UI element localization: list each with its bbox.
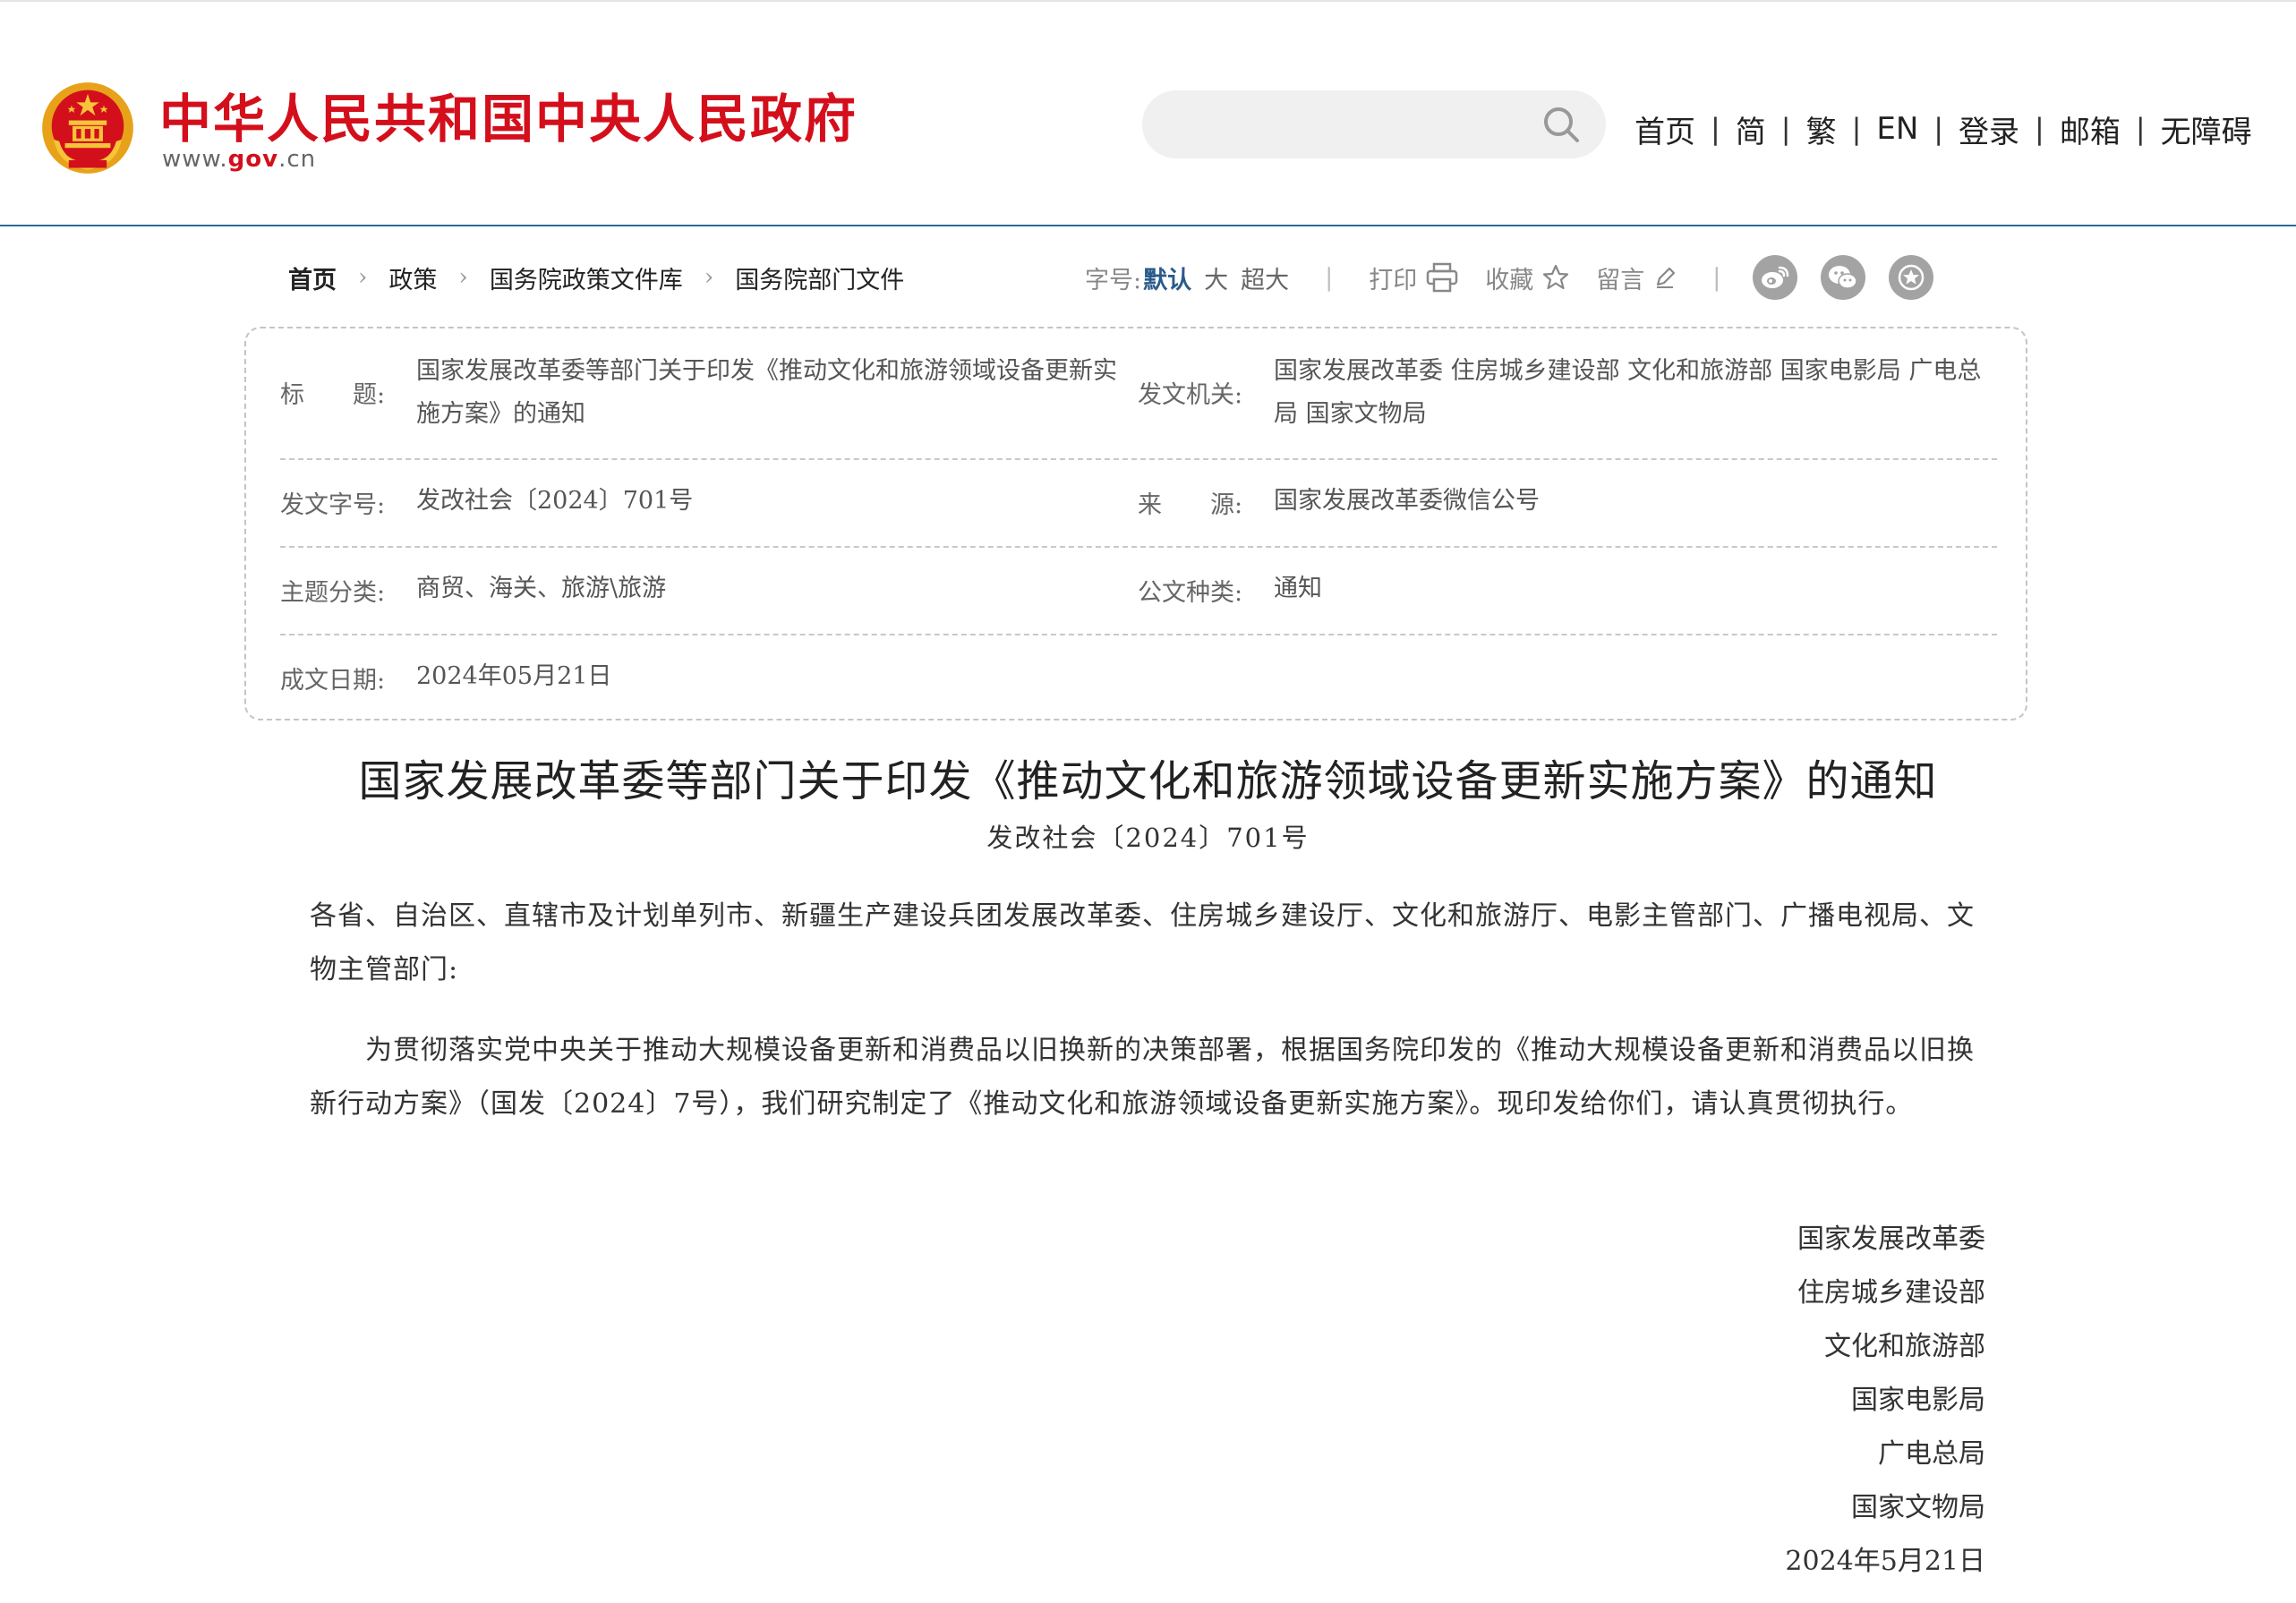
info-topic-value: 商贸、海关、旅游\旅游 [416, 575, 667, 602]
document-info-box: 标 题: 国家发展改革委等部门关于印发《推动文化和旅游领域设备更新实施方案》的通… [244, 327, 2027, 720]
wechat-share-button[interactable] [1821, 255, 1866, 300]
info-title-label: 标 题: [280, 381, 386, 409]
info-source-label: 来 源: [1138, 491, 1243, 519]
nav-separator: | [1851, 112, 1862, 146]
nav-separator: | [1780, 112, 1791, 146]
print-label: 打印 [1369, 266, 1418, 294]
signer-mct: 文化和旅游部 [1824, 1331, 1985, 1362]
info-topic-label: 主题分类: [280, 579, 386, 607]
printer-icon [1426, 262, 1458, 293]
font-size-default[interactable]: 默认 [1143, 260, 1191, 295]
favorite-share-button[interactable] [1889, 255, 1934, 300]
nav-separator: | [1711, 112, 1720, 146]
nav-traditional[interactable]: 繁 [1806, 107, 1837, 151]
info-issuer-label: 发文机关: [1138, 381, 1243, 409]
font-size-xlarge[interactable]: 超大 [1241, 260, 1289, 295]
nav-english[interactable]: EN [1876, 111, 1918, 147]
article-body-paragraph: 为贯彻落实党中央关于推动大规模设备更新和消费品以旧换新的决策部署，根据国务院印发… [310, 1035, 1975, 1120]
chevron-right-icon: › [358, 264, 368, 291]
signer-film-admin: 国家电影局 [1851, 1385, 1985, 1416]
weibo-share-button[interactable] [1753, 255, 1798, 300]
info-source-value: 国家发展改革委微信公号 [1274, 487, 1540, 515]
site-url[interactable]: www.gov.cn [162, 146, 316, 173]
print-button[interactable]: 打印 [1369, 260, 1458, 295]
national-emblem-icon[interactable] [40, 81, 135, 175]
signer-mohurd: 住房城乡建设部 [1797, 1277, 1985, 1309]
info-row-topic: 主题分类: 商贸、海关、旅游\旅游 公文种类: 通知 [280, 546, 1997, 635]
article-signers: 国家发展改革委 住房城乡建设部 文化和旅游部 国家电影局 广电总局 国家文物局 … [1785, 1213, 1985, 1589]
font-size-label: 字号: [1085, 266, 1142, 294]
info-type-label: 公文种类: [1138, 579, 1243, 607]
info-issuer-value: 国家发展改革委 住房城乡建设部 文化和旅游部 国家电影局 广电总局 国家文物局 [1274, 357, 1982, 428]
pencil-icon [1657, 267, 1676, 288]
signer-ndrc: 国家发展改革委 [1797, 1224, 1985, 1255]
tools-separator: | [1712, 263, 1721, 292]
info-title-value: 国家发展改革委等部门关于印发《推动文化和旅游领域设备更新实施方案》的通知 [416, 357, 1117, 428]
breadcrumb-department-docs[interactable]: 国务院部门文件 [735, 260, 904, 295]
top-divider [0, 0, 2296, 2]
star-share-icon [1899, 264, 1925, 291]
tools-separator: | [1325, 263, 1334, 292]
nav-separator: | [2135, 112, 2146, 146]
nav-login[interactable]: 登录 [1959, 107, 2019, 151]
wechat-icon [1829, 266, 1858, 289]
article-title: 国家发展改革委等部门关于印发《推动文化和旅游领域设备更新实施方案》的通知 [358, 756, 1938, 806]
site-header: 中华人民共和国中央人民政府 www.gov.cn 首页 | 简 | 繁 | EN… [0, 0, 2296, 226]
info-row-date: 成文日期: 2024年05月21日 [280, 634, 1997, 719]
site-url-suffix: .cn [278, 146, 317, 173]
search-icon[interactable] [1540, 103, 1583, 146]
chevron-right-icon: › [704, 264, 714, 291]
site-title[interactable]: 中华人民共和国中央人民政府 [159, 77, 858, 152]
favorite-button[interactable]: 收藏 [1485, 260, 1569, 295]
nav-separator: | [2035, 112, 2044, 146]
font-size-large[interactable]: 大 [1204, 260, 1228, 295]
nav-home[interactable]: 首页 [1635, 107, 1695, 151]
info-docno-label: 发文字号: [280, 491, 386, 519]
comment-label: 留言 [1596, 266, 1645, 294]
nav-accessibility[interactable]: 无障碍 [2161, 107, 2252, 151]
signer-ncha: 国家文物局 [1851, 1492, 1985, 1523]
info-row-title: 标 题: 国家发展改革委等部门关于印发《推动文化和旅游领域设备更新实施方案》的通… [280, 328, 1997, 460]
breadcrumb-policy[interactable]: 政策 [388, 260, 437, 295]
site-url-prefix: www. [162, 146, 228, 173]
search-input[interactable] [1169, 103, 1531, 148]
favorite-label: 收藏 [1485, 266, 1534, 294]
breadcrumb-policy-library[interactable]: 国务院政策文件库 [490, 260, 683, 295]
nav-simplified[interactable]: 简 [1736, 107, 1766, 151]
info-date-label: 成文日期: [280, 667, 386, 695]
info-type-value: 通知 [1274, 575, 1322, 602]
site-url-gov: gov [227, 146, 279, 173]
weibo-icon [1762, 266, 1789, 288]
share-buttons [1729, 255, 1934, 300]
top-nav: 首页 | 简 | 繁 | EN | 登录 | 邮箱 | 无障碍 [1635, 106, 2252, 152]
chevron-right-icon: › [458, 264, 468, 291]
info-row-docno: 发文字号: 发改社会〔2024〕701号 来 源: 国家发展改革委微信公号 [280, 458, 1997, 548]
signer-nrta: 广电总局 [1878, 1438, 1985, 1470]
search-box [1142, 90, 1606, 158]
article-addressees: 各省、自治区、直辖市及计划单列市、新疆生产建设兵团发展改革委、住房城乡建设厅、文… [310, 900, 1975, 985]
star-icon [1543, 264, 1569, 290]
info-date-value: 2024年05月21日 [416, 662, 612, 690]
breadcrumb: 首页 › 政策 › 国务院政策文件库 › 国务院部门文件 [288, 260, 904, 295]
nav-separator: | [1933, 112, 1944, 146]
article-tools: 字号: 默认 大 超大 | 打印 收藏 留言 | [1085, 255, 1934, 300]
info-docno-value: 发改社会〔2024〕701号 [416, 487, 694, 515]
nav-mailbox[interactable]: 邮箱 [2060, 107, 2121, 151]
comment-button[interactable]: 留言 [1596, 260, 1677, 295]
sign-date: 2024年5月21日 [1785, 1546, 1985, 1577]
breadcrumb-home[interactable]: 首页 [288, 260, 337, 295]
article-doc-number: 发改社会〔2024〕701号 [986, 823, 1310, 853]
